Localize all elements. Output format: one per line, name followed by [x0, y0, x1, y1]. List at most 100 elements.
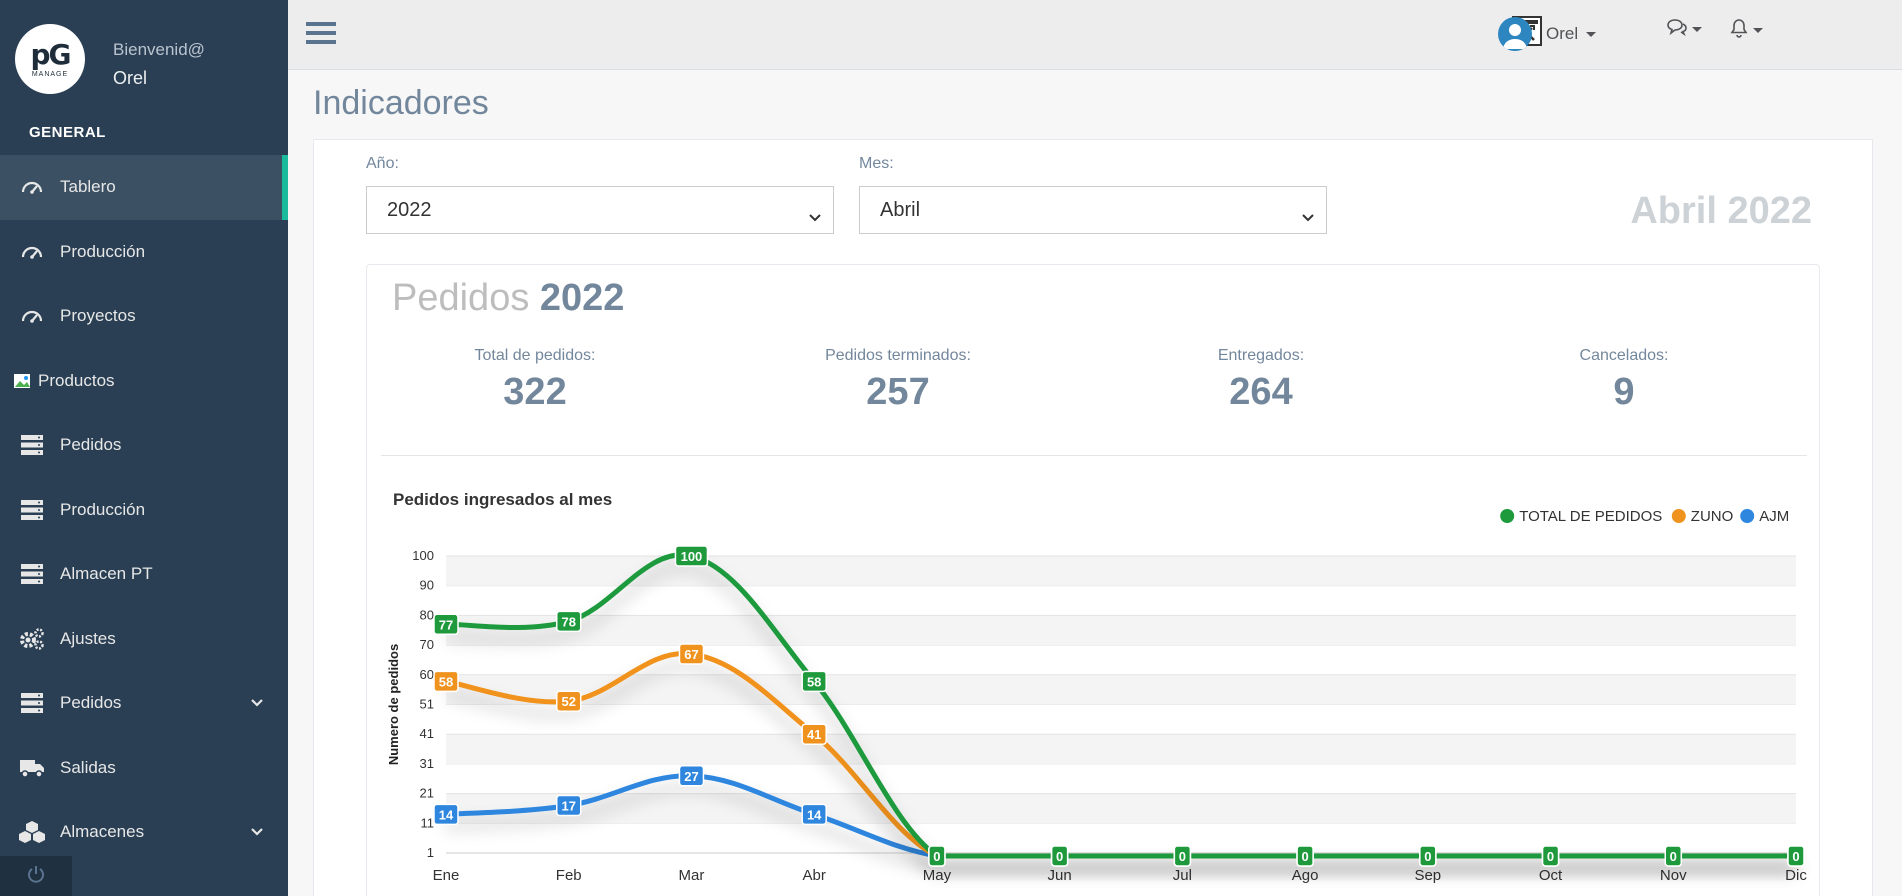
stat-value: 257 — [866, 371, 930, 413]
stat-label: Total de pedidos: — [474, 347, 596, 364]
x-tick-label: Oct — [1539, 867, 1563, 884]
stat-label: Pedidos terminados: — [825, 347, 971, 364]
stat-label: Cancelados: — [1579, 347, 1669, 364]
dashboard-gauge-icon — [18, 240, 46, 264]
user-menu-name: Orel — [1546, 24, 1579, 43]
sidebar-item-proyectos[interactable]: Proyectos — [0, 284, 288, 349]
grid-band — [446, 734, 1796, 764]
sidebar-item-ajustes[interactable]: Ajustes — [0, 607, 288, 672]
data-label: 58 — [439, 674, 453, 689]
y-tick-label: 1 — [427, 845, 434, 860]
month-select[interactable]: Abril — [859, 186, 1327, 234]
sidebar-item-produccion-2[interactable]: Producción — [0, 478, 288, 543]
sidebar-item-pedidos-dropdown[interactable]: Pedidos — [0, 671, 288, 736]
gears-icon — [18, 627, 46, 651]
data-label: 0 — [933, 849, 940, 864]
legend-marker — [1500, 509, 1515, 523]
stat-cancelled-orders: Cancelados: 9 — [1474, 347, 1774, 414]
x-tick-label: Dic — [1785, 867, 1807, 884]
sidebar-item-label: Producción — [60, 499, 146, 519]
dashboard-gauge-icon — [18, 304, 46, 328]
sidebar-item-label: Proyectos — [60, 306, 136, 326]
data-label: 58 — [807, 674, 821, 689]
orders-line-chart: 1112131415160708090100Ene Feb Mar Abr May Jun… — [386, 490, 1807, 884]
data-label: 0 — [1792, 849, 1799, 864]
menu-toggle-icon[interactable] — [306, 20, 336, 51]
server-stack-icon — [18, 498, 46, 522]
truck-icon — [18, 756, 46, 780]
profile-area: pG MANAGE Bienvenid@ Orel — [0, 0, 288, 128]
data-label: 67 — [684, 647, 698, 662]
chart-title: Pedidos ingresados al mes — [393, 490, 612, 509]
logo-text: pG — [30, 37, 71, 71]
logout-button[interactable] — [0, 856, 72, 896]
x-tick-label: Ene — [433, 867, 460, 884]
menu-section-title: GENERAL — [29, 124, 106, 141]
sidebar-username: Orel — [113, 68, 148, 88]
y-tick-label: 70 — [420, 637, 434, 652]
grid-band — [446, 793, 1796, 824]
data-label: 14 — [807, 807, 822, 822]
sidebar-item-salidas[interactable]: Salidas — [0, 736, 288, 801]
data-label: 14 — [439, 807, 454, 822]
year-label: Año: — [366, 155, 399, 172]
sidebar-item-pedidos[interactable]: Pedidos — [0, 413, 288, 478]
chevron-down-icon — [250, 693, 264, 713]
x-tick-label: May — [923, 867, 952, 884]
data-label: 52 — [561, 694, 575, 709]
sidebar-item-label: Producción — [60, 241, 146, 261]
sidebar-item-label: Tablero — [60, 177, 116, 197]
sidebar: pG MANAGE Bienvenid@ Orel GENERAL Tabler… — [0, 0, 288, 896]
data-label: 0 — [1301, 849, 1308, 864]
year-select-value: 2022 — [387, 198, 432, 221]
data-label: 100 — [681, 549, 703, 564]
y-tick-label: 60 — [420, 667, 434, 682]
sidebar-item-tablero[interactable]: Tablero — [0, 155, 288, 220]
comments-icon — [1666, 18, 1688, 41]
data-label: 27 — [684, 769, 698, 784]
page-title: Indicadores — [313, 84, 489, 122]
legend-label: TOTAL DE PEDIDOS — [1519, 508, 1662, 525]
legend-label: ZUNO — [1691, 508, 1734, 525]
orders-title-prefix: Pedidos — [392, 277, 530, 319]
sidebar-item-label: Pedidos — [60, 693, 122, 713]
x-tick-label: Jul — [1173, 867, 1192, 884]
chevron-down-icon — [250, 822, 264, 842]
selected-period: Abril 2022 — [1630, 190, 1812, 232]
stat-value: 322 — [503, 371, 567, 413]
user-avatar[interactable] — [1498, 17, 1532, 51]
y-tick-label: 51 — [420, 697, 434, 712]
x-tick-label: Sep — [1414, 867, 1441, 884]
orders-card-title: Pedidos 2022 — [392, 277, 624, 320]
data-label: 0 — [1670, 849, 1677, 864]
orders-chart: 1 11 21 31 41 51 60 70 80 90 100 Ene Feb Mar Abr May Jun… — [376, 470, 1816, 896]
data-label: 17 — [561, 798, 575, 813]
y-tick-label: 90 — [420, 578, 434, 593]
data-label: 0 — [1056, 849, 1063, 864]
notifications-dropdown[interactable] — [1729, 18, 1763, 43]
sidebar-item-label: Salidas — [60, 757, 116, 777]
sidebar-item-productos[interactable]: Productos — [0, 349, 288, 414]
y-tick-label: 80 — [420, 607, 434, 622]
grid-band — [446, 674, 1796, 705]
bell-icon — [1729, 18, 1749, 43]
sidebar-item-almacenes[interactable]: Almacenes — [0, 800, 288, 865]
sidebar-item-produccion[interactable]: Producción — [0, 220, 288, 285]
sidebar-item-label: Pedidos — [60, 435, 122, 455]
caret-down-icon — [1692, 27, 1702, 32]
chevron-down-icon — [809, 206, 821, 229]
messages-dropdown[interactable] — [1666, 18, 1702, 41]
sidebar-item-almacen-pt[interactable]: Almacen PT — [0, 542, 288, 607]
x-tick-label: Abr — [803, 867, 826, 884]
sidebar-menu: Tablero Producción Proyectos Productos P… — [0, 155, 288, 865]
y-tick-label: 41 — [420, 726, 434, 741]
data-label: 0 — [1424, 849, 1431, 864]
chevron-down-icon — [1302, 206, 1314, 229]
user-menu-dropdown[interactable]: Orel — [1546, 24, 1597, 44]
data-label: 77 — [439, 617, 453, 632]
data-label: 0 — [1179, 849, 1186, 864]
logo-subtext: MANAGE — [31, 70, 69, 78]
year-select[interactable]: 2022 — [366, 186, 834, 234]
app-logo[interactable]: pG MANAGE — [15, 24, 85, 94]
card-divider — [381, 455, 1807, 456]
